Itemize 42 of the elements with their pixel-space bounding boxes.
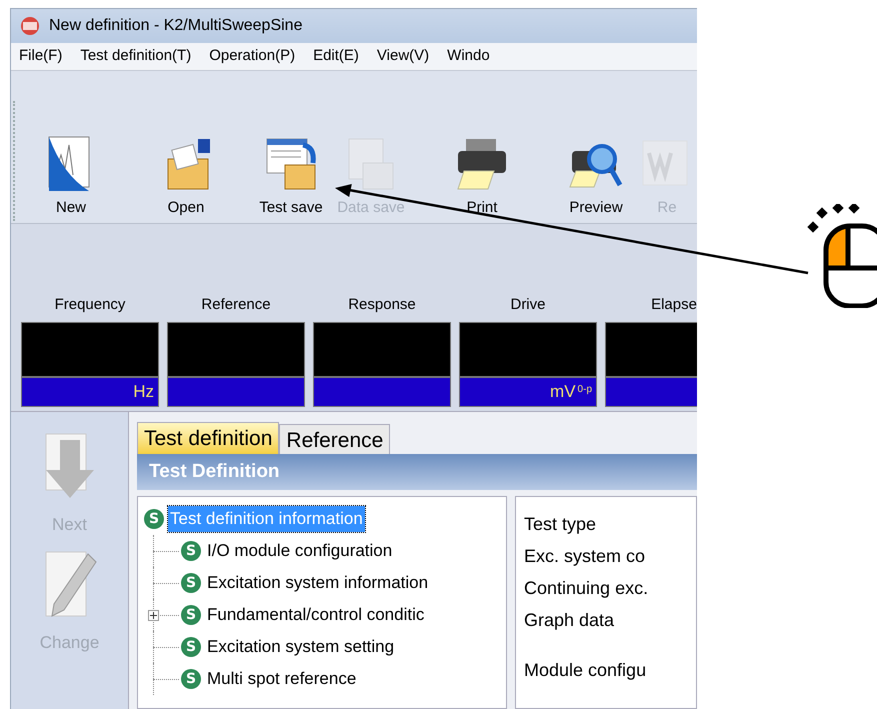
- tree-item[interactable]: Excitation system information: [207, 570, 428, 596]
- status-badge: S: [181, 541, 201, 561]
- menu-item[interactable]: Operation(P): [209, 45, 296, 68]
- meter-label: Elapse: [651, 294, 697, 314]
- toolbar-button[interactable]: Print: [409, 134, 555, 221]
- toolbar-button[interactable]: Test save: [249, 134, 333, 221]
- detail-label: Graph data: [524, 609, 616, 632]
- window-title: New definition - K2/MultiSweepSine: [49, 16, 302, 36]
- menu-item[interactable]: File(F): [19, 45, 62, 68]
- status-badge: S: [181, 573, 201, 593]
- status-badge: S: [181, 605, 201, 625]
- status-badge: S: [181, 669, 201, 689]
- tree-item[interactable]: Excitation system setting: [207, 634, 394, 660]
- meter-label: Reference: [201, 294, 271, 314]
- status-badge: S: [144, 509, 164, 529]
- tab[interactable]: Reference: [279, 424, 390, 454]
- detail-label: Module configu: [524, 659, 648, 682]
- meter-label: Frequency: [54, 294, 126, 314]
- tree-item[interactable]: Fundamental/control conditic: [207, 602, 424, 628]
- tree-item[interactable]: I/O module configuration: [207, 538, 392, 564]
- detail-label: Exc. system co: [524, 545, 646, 568]
- meter-label: Drive: [510, 294, 546, 314]
- menu-item[interactable]: Windo: [447, 45, 490, 68]
- panel-title: Test Definition: [137, 454, 697, 490]
- tree-item[interactable]: Multi spot reference: [207, 666, 356, 692]
- app-logo-icon: [19, 16, 41, 36]
- toolbar-button[interactable]: Open: [123, 134, 249, 221]
- toolbar-button[interactable]: Preview: [555, 134, 637, 221]
- expand-toggle[interactable]: [148, 610, 159, 620]
- unit-label: Hz: [133, 381, 154, 404]
- toolbar-button[interactable]: New: [19, 134, 123, 221]
- status-badge: S: [181, 637, 201, 657]
- tab[interactable]: Test definition: [137, 422, 280, 454]
- meter-label: Response: [348, 294, 416, 314]
- mouse-click-icon: [806, 204, 877, 308]
- menu-item[interactable]: View(V): [376, 45, 430, 68]
- detail-label: Test type: [524, 513, 598, 536]
- unit-label: mV: [550, 381, 576, 404]
- menu-item[interactable]: Edit(E): [313, 45, 359, 68]
- unit-suffix: 0-p: [578, 382, 592, 396]
- detail-label: Continuing exc.: [524, 577, 650, 600]
- menu-item[interactable]: Test definition(T): [80, 45, 192, 68]
